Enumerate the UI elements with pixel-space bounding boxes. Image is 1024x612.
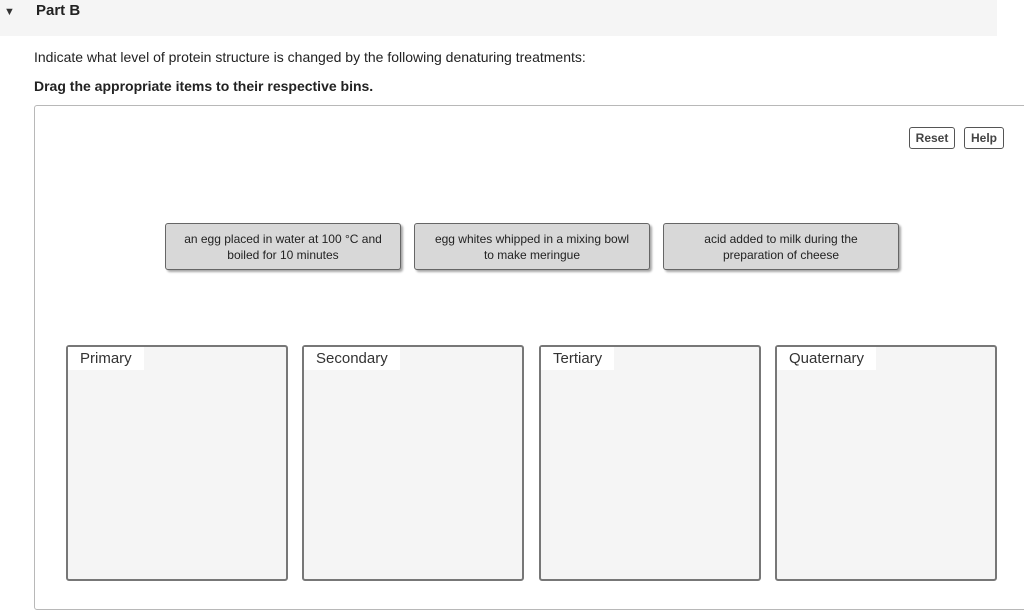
help-button[interactable]: Help: [964, 127, 1004, 149]
bin-primary[interactable]: Primary: [66, 345, 288, 581]
drag-item-acid-milk[interactable]: acid added to milk during the preparatio…: [663, 223, 899, 270]
reset-button[interactable]: Reset: [909, 127, 955, 149]
part-header[interactable]: ▼ Part B: [0, 0, 997, 36]
drag-item-text-line: to make meringue: [483, 247, 581, 262]
drag-item-text-line: preparation of cheese: [722, 247, 840, 262]
bin-label: Quaternary: [777, 347, 877, 370]
collapse-triangle-icon[interactable]: ▼: [4, 6, 15, 18]
bin-label: Primary: [68, 347, 144, 370]
question-instruction: Indicate what level of protein structure…: [34, 49, 586, 65]
bin-label: Secondary: [304, 347, 400, 370]
drag-item-boiled-egg[interactable]: an egg placed in water at 100 °C and boi…: [165, 223, 401, 270]
drag-item-text-line: an egg placed in water at 100 °C and: [184, 231, 382, 246]
bin-label: Tertiary: [541, 347, 615, 370]
part-title: Part B: [36, 2, 81, 19]
drag-item-text-line: acid added to milk during the: [704, 231, 858, 246]
bin-secondary[interactable]: Secondary: [302, 345, 524, 581]
bin-quaternary[interactable]: Quaternary: [775, 345, 997, 581]
drag-item-text-line: boiled for 10 minutes: [227, 247, 339, 262]
drag-item-whipped-egg-whites[interactable]: egg whites whipped in a mixing bowl to m…: [414, 223, 650, 270]
question-directive: Drag the appropriate items to their resp…: [34, 78, 374, 94]
drag-item-text-line: egg whites whipped in a mixing bowl: [434, 231, 630, 246]
bin-tertiary[interactable]: Tertiary: [539, 345, 761, 581]
